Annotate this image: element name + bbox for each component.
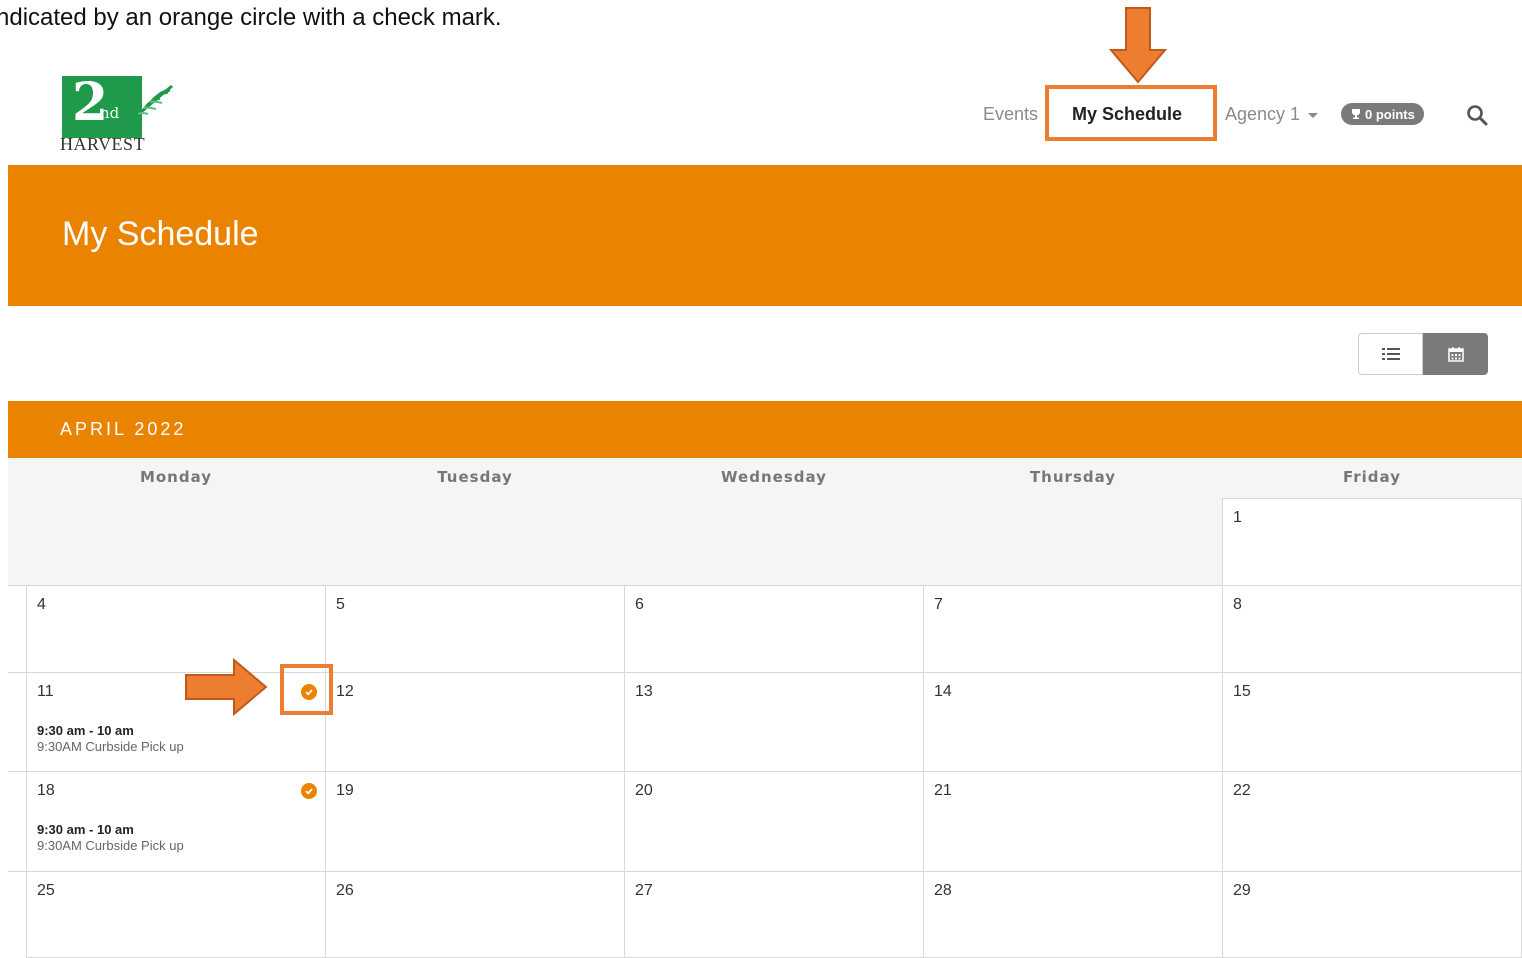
- day-number: 5: [336, 596, 345, 613]
- signed-up-check-icon[interactable]: [301, 783, 317, 799]
- check-icon: [305, 788, 313, 795]
- calendar-day-cell[interactable]: 14: [923, 672, 1223, 772]
- points-label: 0 points: [1365, 106, 1415, 122]
- calendar-day-cell[interactable]: 7: [923, 585, 1223, 673]
- trophy-icon: [1352, 109, 1360, 119]
- day-number: 7: [934, 596, 943, 613]
- day-number: 8: [1233, 596, 1242, 613]
- day-number: 20: [635, 782, 653, 799]
- weekday-wednesday: Wednesday: [721, 468, 827, 486]
- calendar-day-cell[interactable]: 19: [325, 771, 625, 872]
- day-number: 25: [37, 882, 55, 899]
- calendar-day-cell[interactable]: 13: [624, 672, 924, 772]
- second-harvest-logo[interactable]: 2 nd HARVEST: [60, 72, 173, 154]
- list-icon: [1381, 348, 1400, 360]
- event-title[interactable]: 9:30AM Curbside Pick up: [37, 739, 184, 754]
- right-arrow-annotation: [185, 658, 268, 716]
- event-time[interactable]: 9:30 am - 10 am: [37, 723, 134, 738]
- calendar-day-cell[interactable]: 22: [1222, 771, 1522, 872]
- logo-wordmark: HARVEST: [60, 134, 146, 154]
- calendar-day-cell[interactable]: 5: [325, 585, 625, 673]
- day-number: 21: [934, 782, 952, 799]
- day-number: 29: [1233, 882, 1251, 899]
- nav-events-link[interactable]: Events: [983, 100, 1038, 128]
- calendar-day-cell[interactable]: 18 9:30 am - 10 am 9:30AM Curbside Pick …: [26, 771, 326, 872]
- check-highlight-box: [280, 664, 333, 715]
- day-number: 15: [1233, 683, 1251, 700]
- list-view-button[interactable]: [1358, 333, 1423, 375]
- weekday-header-row: Monday Tuesday Wednesday Thursday Friday: [8, 458, 1522, 498]
- calendar-day-cell[interactable]: 29: [1222, 871, 1522, 958]
- wheat-icon: [131, 84, 173, 122]
- calendar-day-cell[interactable]: 6: [624, 585, 924, 673]
- month-label: APRIL 2022: [60, 419, 187, 439]
- logo-number: 2: [72, 72, 109, 133]
- logo-suffix: nd: [100, 104, 120, 122]
- day-number: 14: [934, 683, 952, 700]
- my-schedule-highlight-box: [1045, 85, 1217, 141]
- day-number: 19: [336, 782, 354, 799]
- week-row-edge: [8, 672, 26, 771]
- day-number: 6: [635, 596, 644, 613]
- calendar-day-cell[interactable]: 21: [923, 771, 1223, 872]
- calendar-month-header: APRIL 2022: [8, 401, 1522, 458]
- chevron-down-icon: [1308, 113, 1319, 118]
- points-badge[interactable]: 0 points: [1341, 103, 1424, 125]
- day-number: 26: [336, 882, 354, 899]
- day-number: 18: [37, 782, 55, 799]
- calendar-day-cell[interactable]: 4: [26, 585, 326, 673]
- calendar-day-cell[interactable]: 27: [624, 871, 924, 958]
- weekday-thursday: Thursday: [1029, 468, 1117, 486]
- page-title: My Schedule: [62, 215, 259, 253]
- page-banner: My Schedule: [8, 165, 1522, 306]
- calendar-icon: [1447, 347, 1464, 362]
- day-number: 4: [37, 596, 46, 613]
- down-arrow-annotation: [1108, 7, 1168, 84]
- agency-label: Agency 1: [1225, 103, 1301, 124]
- day-number: 28: [934, 882, 952, 899]
- week-row-edge: [8, 871, 26, 958]
- calendar-day-cell[interactable]: 15: [1222, 672, 1522, 772]
- day-number: 11: [37, 683, 54, 700]
- calendar-day-cell[interactable]: 25: [26, 871, 326, 958]
- calendar-day-cell[interactable]: 28: [923, 871, 1223, 958]
- calendar-day-cell[interactable]: 20: [624, 771, 924, 872]
- day-number: 1: [1233, 509, 1242, 526]
- event-title[interactable]: 9:30AM Curbside Pick up: [37, 838, 184, 853]
- week-row-edge: [8, 585, 26, 672]
- calendar-day-cell[interactable]: 1: [1222, 498, 1522, 586]
- instruction-caption: ndicated by an orange circle with a chec…: [0, 4, 502, 31]
- calendar-day-cell[interactable]: 12: [325, 672, 625, 772]
- search-icon[interactable]: [1466, 104, 1488, 126]
- day-number: 22: [1233, 782, 1251, 799]
- week-row-edge: [8, 771, 26, 871]
- day-number: 13: [635, 683, 653, 700]
- day-number: 27: [635, 882, 653, 899]
- calendar-day-cell[interactable]: 8: [1222, 585, 1522, 673]
- calendar-view-button[interactable]: [1423, 333, 1488, 375]
- nav-agency-dropdown[interactable]: Agency 1: [1225, 100, 1319, 128]
- day-number: 12: [336, 683, 354, 700]
- weekday-tuesday: Tuesday: [437, 468, 513, 486]
- calendar-day-cell[interactable]: 26: [325, 871, 625, 958]
- weekday-monday: Monday: [139, 468, 213, 486]
- empty-days-fill: [8, 498, 1222, 585]
- weekday-friday: Friday: [1342, 468, 1401, 486]
- view-toggle: [1358, 333, 1488, 375]
- event-time[interactable]: 9:30 am - 10 am: [37, 822, 134, 837]
